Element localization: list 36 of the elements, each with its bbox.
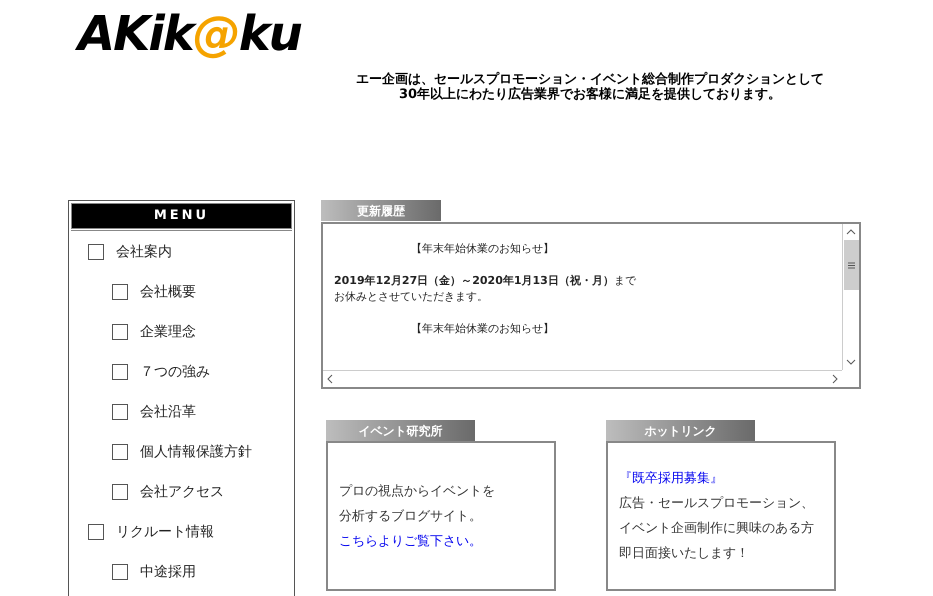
menu-link[interactable]: リクルート情報 (116, 522, 214, 542)
notice-heading: 【年末年始休業のお知らせ】 (411, 241, 554, 257)
checkbox-icon (112, 324, 128, 340)
scroll-left-icon[interactable] (327, 374, 333, 384)
vertical-scrollbar[interactable] (842, 224, 859, 370)
menu-link[interactable]: 中途採用 (140, 562, 196, 582)
checkbox-icon (88, 524, 104, 540)
text-line: 広告・セールスプロモーション、 (619, 495, 815, 513)
text-line: お休みとさせていただきます。 (334, 289, 489, 305)
text-line: 2019年12月27日（金）～2020年1月13日（祝・月）まで (334, 273, 638, 289)
menu-link[interactable]: 会社案内 (116, 242, 172, 262)
text-line: プロの視点からイベントを (339, 482, 496, 500)
text-line: イベント企画制作に興味のある方 (619, 520, 815, 538)
checkbox-icon (112, 404, 128, 420)
checkbox-icon (112, 564, 128, 580)
link[interactable]: こちらよりご覧下さい。 (339, 528, 543, 554)
menu-link[interactable]: 会社概要 (140, 282, 196, 302)
text-line: 即日面接いたします！ (619, 545, 750, 563)
checkbox-icon (112, 484, 128, 500)
notice-heading: 【年末年始休業のお知らせ】 (411, 321, 554, 337)
menu-link[interactable]: 会社沿革 (140, 402, 196, 422)
menu-link[interactable]: ７つの強み (140, 362, 210, 382)
menu-link[interactable]: 企業理念 (140, 322, 196, 342)
link[interactable]: 『既卒採用募集』 (619, 466, 823, 491)
menu-link[interactable]: 会社アクセス (140, 482, 224, 502)
checkbox-icon (88, 244, 104, 260)
checkbox-icon (112, 444, 128, 460)
grip-icon (848, 262, 854, 268)
checkbox-icon (112, 364, 128, 380)
tagline: 30年以上にわたり広告業界でお客様に満足を提供しております。 (398, 87, 782, 102)
tagline: エー企画は、セールスプロモーション・イベント総合制作プロダクションとして (355, 72, 825, 87)
menu-link[interactable]: 個人情報保護方針 (140, 442, 252, 462)
menu-header: MENU (71, 203, 292, 229)
text-line: 分析するブログサイト。 (339, 508, 483, 526)
checkbox-icon (112, 284, 128, 300)
scroll-right-icon[interactable] (832, 374, 838, 384)
